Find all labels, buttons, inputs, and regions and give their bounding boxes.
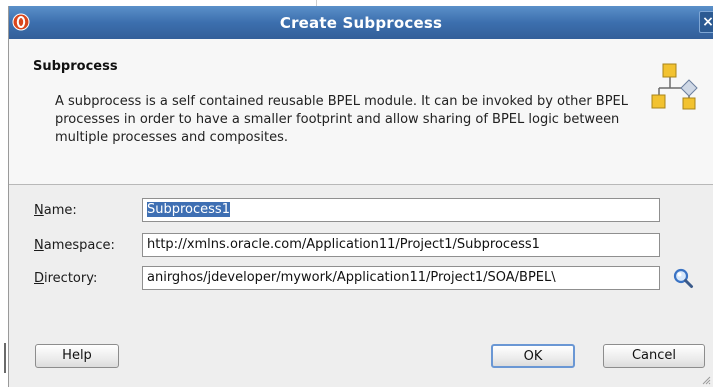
name-label: Name: <box>34 203 77 218</box>
header-panel: Subprocess A subprocess is a self contai… <box>9 39 713 185</box>
directory-label: Directory: <box>34 271 98 286</box>
background-window-edge-left <box>4 343 6 373</box>
directory-field[interactable]: \anirghos/jdeveloper/mywork/Application1… <box>142 266 660 290</box>
directory-row: Directory: \anirghos/jdeveloper/mywork/A… <box>9 266 713 292</box>
name-field[interactable]: Subprocess1 <box>142 198 660 222</box>
header-description: A subprocess is a self contained reusabl… <box>55 94 629 145</box>
ok-button[interactable]: OK <box>491 344 575 368</box>
namespace-label: Namespace: <box>34 238 115 253</box>
name-value: Subprocess1 <box>147 202 230 217</box>
namespace-row: Namespace: http://xmlns.oracle.com/Appli… <box>9 233 713 259</box>
cancel-button[interactable]: Cancel <box>603 344 705 368</box>
dialog-title: Create Subprocess <box>279 14 443 32</box>
create-subprocess-dialog: Create Subprocess × Subprocess A subproc… <box>8 6 713 387</box>
subprocess-hierarchy-icon <box>651 63 698 110</box>
namespace-value: http://xmlns.oracle.com/Application11/Pr… <box>147 237 540 252</box>
directory-value: \anirghos/jdeveloper/mywork/Application1… <box>147 270 556 285</box>
magnifier-search-icon[interactable] <box>672 267 694 289</box>
resize-grip-icon[interactable] <box>701 375 711 385</box>
name-row: Name: Subprocess1 <box>9 198 713 224</box>
close-button[interactable]: × <box>699 11 713 33</box>
title-bar[interactable]: Create Subprocess × <box>9 6 713 39</box>
help-button[interactable]: Help <box>35 344 119 368</box>
header-title: Subprocess <box>33 59 118 74</box>
namespace-field[interactable]: http://xmlns.oracle.com/Application11/Pr… <box>142 233 660 257</box>
